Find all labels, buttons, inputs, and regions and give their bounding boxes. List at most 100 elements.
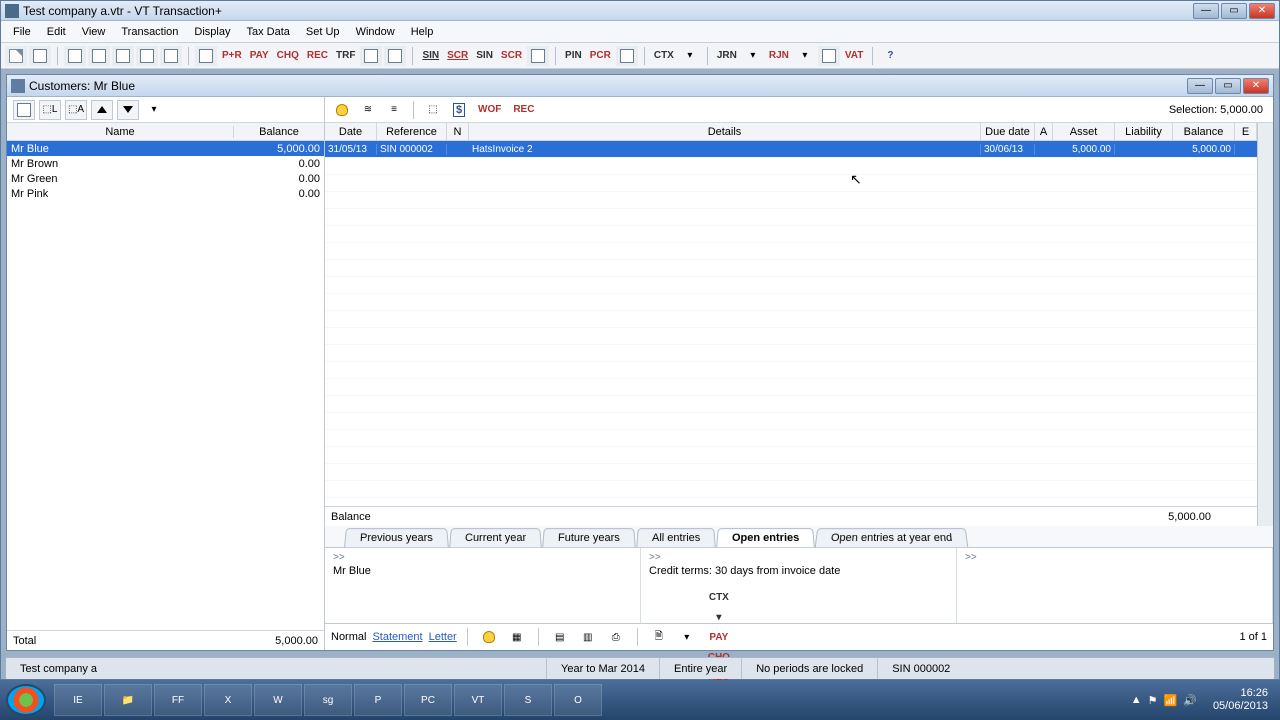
menu-edit[interactable]: Edit bbox=[39, 24, 74, 40]
left-tool[interactable] bbox=[13, 100, 35, 120]
taskbar-app[interactable]: PC bbox=[404, 684, 452, 716]
toolbar-tb4[interactable] bbox=[616, 46, 638, 66]
menu-file[interactable]: File bbox=[5, 24, 39, 40]
grid-row[interactable]: 31/05/13SIN 000002HatsInvoice 230/06/135… bbox=[325, 141, 1257, 157]
customer-row[interactable]: Mr Blue5,000.00 bbox=[7, 141, 324, 156]
bulb-icon[interactable] bbox=[331, 100, 353, 120]
grid-col-a[interactable]: A bbox=[1035, 123, 1053, 140]
taskbar-app[interactable]: W bbox=[254, 684, 302, 716]
letter-link[interactable]: Letter bbox=[429, 631, 457, 643]
customer-row[interactable]: Mr Brown0.00 bbox=[7, 156, 324, 171]
toolbar-rec[interactable]: REC bbox=[304, 46, 331, 66]
taskbar-app[interactable]: IE bbox=[54, 684, 102, 716]
toolbar-tools[interactable] bbox=[112, 46, 134, 66]
toolbar-open[interactable] bbox=[29, 46, 51, 66]
toolbar-vat[interactable]: VAT bbox=[842, 46, 867, 66]
toolbar-rjn[interactable]: RJN bbox=[766, 46, 792, 66]
minimize-button[interactable]: — bbox=[1193, 3, 1219, 19]
tab-open-entries[interactable]: Open entries bbox=[716, 528, 815, 547]
tool-btn[interactable]: ⎙ bbox=[605, 627, 627, 647]
toolbar-preview[interactable] bbox=[64, 46, 86, 66]
grid-col-n[interactable]: N bbox=[447, 123, 469, 140]
maximize-button[interactable]: ▭ bbox=[1221, 3, 1247, 19]
toolbar-▾[interactable]: ▾ bbox=[742, 46, 764, 66]
taskbar-app[interactable]: FF bbox=[154, 684, 202, 716]
toolbar-tb2[interactable] bbox=[384, 46, 406, 66]
grid-col-liability[interactable]: Liability bbox=[1115, 123, 1173, 140]
toolbar-▾[interactable]: ▾ bbox=[679, 46, 701, 66]
toolbar-pcr[interactable]: PCR bbox=[587, 46, 614, 66]
toolbar-scr[interactable]: SCR bbox=[498, 46, 525, 66]
toolbar-trf[interactable]: TRF bbox=[333, 46, 358, 66]
menu-view[interactable]: View bbox=[74, 24, 114, 40]
grid-col-details[interactable]: Details bbox=[469, 123, 981, 140]
system-tray[interactable]: ▲ ⚑ 📶 🔊 16:26 05/06/2013 bbox=[1131, 687, 1274, 713]
toolbar-chq[interactable]: CHQ bbox=[274, 46, 302, 66]
statement-link[interactable]: Statement bbox=[372, 631, 422, 643]
tab-all-entries[interactable]: All entries bbox=[636, 528, 716, 547]
toolbar-new[interactable] bbox=[5, 46, 27, 66]
col-name[interactable]: Name bbox=[7, 126, 234, 138]
tab-previous-years[interactable]: Previous years bbox=[344, 528, 448, 547]
tool-btn[interactable]: ▥ bbox=[577, 627, 599, 647]
toolbar-copy[interactable] bbox=[160, 46, 182, 66]
col-balance[interactable]: Balance bbox=[234, 126, 324, 138]
tab-open-entries-at-year-end[interactable]: Open entries at year end bbox=[815, 528, 969, 547]
left-tool[interactable]: ⬚L bbox=[39, 100, 61, 120]
bottom-ctx[interactable]: CTX bbox=[704, 587, 734, 607]
left-tool[interactable]: ⬚A bbox=[65, 100, 87, 120]
customer-list[interactable]: Mr Blue5,000.00Mr Brown0.00Mr Green0.00M… bbox=[7, 141, 324, 630]
child-minimize-button[interactable]: — bbox=[1187, 78, 1213, 94]
grid-col-balance[interactable]: Balance bbox=[1173, 123, 1235, 140]
taskbar-app[interactable]: X bbox=[204, 684, 252, 716]
customer-row[interactable]: Mr Green0.00 bbox=[7, 171, 324, 186]
toolbar-?[interactable]: ? bbox=[879, 46, 901, 66]
toolbar-tb3[interactable] bbox=[527, 46, 549, 66]
scrollbar[interactable] bbox=[1257, 123, 1273, 526]
network-icon[interactable]: 📶 bbox=[1164, 694, 1178, 707]
menu-window[interactable]: Window bbox=[348, 24, 403, 40]
tab-future-years[interactable]: Future years bbox=[542, 528, 635, 547]
bulb-icon[interactable] bbox=[478, 627, 500, 647]
clock[interactable]: 16:26 05/06/2013 bbox=[1213, 687, 1268, 713]
toolbar-pay[interactable]: PAY bbox=[247, 46, 272, 66]
toolbar-ctx[interactable]: CTX bbox=[651, 46, 677, 66]
taskbar-app[interactable]: VT bbox=[454, 684, 502, 716]
toolbar-▾[interactable]: ▾ bbox=[794, 46, 816, 66]
tool-btn[interactable]: ⬚ bbox=[422, 100, 444, 120]
grid-col-asset[interactable]: Asset bbox=[1053, 123, 1115, 140]
menu-tax-data[interactable]: Tax Data bbox=[239, 24, 298, 40]
start-button[interactable] bbox=[6, 684, 46, 716]
toolbar-pin[interactable]: PIN bbox=[562, 46, 585, 66]
taskbar[interactable]: IE📁FFXWsgPPCVTSO ▲ ⚑ 📶 🔊 16:26 05/06/201… bbox=[0, 680, 1280, 720]
toolbar-jrn[interactable]: JRN bbox=[714, 46, 740, 66]
toolbar-sin[interactable]: SIN bbox=[419, 46, 442, 66]
taskbar-app[interactable]: O bbox=[554, 684, 602, 716]
grid-body[interactable]: 31/05/13SIN 000002HatsInvoice 230/06/135… bbox=[325, 141, 1257, 506]
menu-set-up[interactable]: Set Up bbox=[298, 24, 348, 40]
toolbar-scr[interactable]: SCR bbox=[444, 46, 471, 66]
tool-btn[interactable]: ▤ bbox=[549, 627, 571, 647]
tool-btn[interactable]: ≡ bbox=[383, 100, 405, 120]
toolbar-sin[interactable]: SIN bbox=[473, 46, 496, 66]
toolbar-tb5[interactable] bbox=[818, 46, 840, 66]
grid-col-reference[interactable]: Reference bbox=[377, 123, 447, 140]
tool-btn[interactable]: $ bbox=[448, 100, 470, 120]
taskbar-app[interactable]: sg bbox=[304, 684, 352, 716]
close-button[interactable]: ✕ bbox=[1249, 3, 1275, 19]
menu-display[interactable]: Display bbox=[186, 24, 238, 40]
menu-help[interactable]: Help bbox=[403, 24, 442, 40]
volume-icon[interactable]: 🔊 bbox=[1183, 694, 1197, 707]
tool-btn[interactable]: ≋ bbox=[357, 100, 379, 120]
taskbar-app[interactable]: 📁 bbox=[104, 684, 152, 716]
child-maximize-button[interactable]: ▭ bbox=[1215, 78, 1241, 94]
toolbar-grid[interactable] bbox=[136, 46, 158, 66]
sort-down-icon[interactable] bbox=[117, 100, 139, 120]
toolbar-p+r[interactable]: P+R bbox=[219, 46, 245, 66]
tab-current-year[interactable]: Current year bbox=[449, 528, 542, 547]
grid-col-date[interactable]: Date bbox=[325, 123, 377, 140]
dropdown-icon[interactable]: ▾ bbox=[676, 627, 698, 647]
toolbar-table[interactable] bbox=[195, 46, 217, 66]
bottom-▾[interactable]: ▾ bbox=[704, 607, 734, 627]
tool-btn[interactable]: ▦ bbox=[506, 627, 528, 647]
